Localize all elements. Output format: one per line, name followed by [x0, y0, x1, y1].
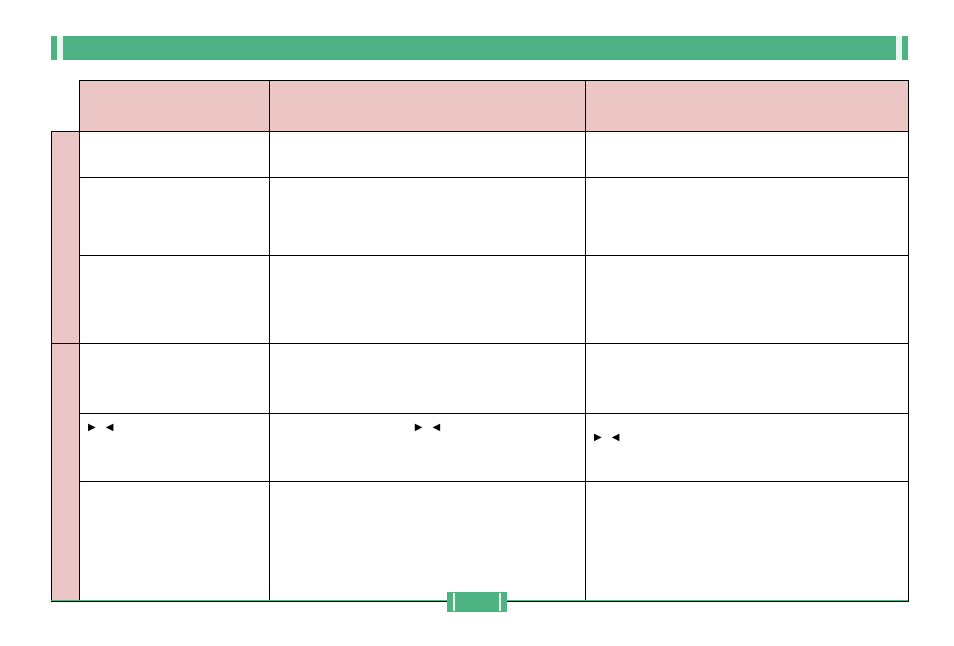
table-row	[52, 482, 909, 602]
table-row	[52, 344, 909, 414]
cell	[80, 482, 270, 602]
cell	[270, 344, 586, 414]
cell	[80, 344, 270, 414]
cell: ▶ ◀	[80, 414, 270, 482]
arrow-right-icon: ▶	[594, 431, 602, 444]
comparison-table: ▶ ◀ ▶ ◀ ▶ ◀	[51, 80, 909, 602]
cell	[270, 482, 586, 602]
table-row	[52, 178, 909, 256]
cell	[270, 256, 586, 344]
table-row	[52, 132, 909, 178]
row-group-2	[52, 344, 80, 602]
page: ▶ ◀ ▶ ◀ ▶ ◀	[0, 0, 954, 646]
arrow-right-icon: ▶	[88, 421, 96, 434]
arrow-left-icon: ◀	[106, 421, 114, 434]
cell	[270, 178, 586, 256]
col-header-1	[80, 81, 270, 132]
table-row	[52, 256, 909, 344]
cell	[270, 132, 586, 178]
cell	[586, 344, 909, 414]
col-header-3	[586, 81, 909, 132]
cell: ▶ ◀	[270, 414, 586, 482]
page-number-badge	[447, 592, 507, 612]
cell	[586, 256, 909, 344]
arrow-left-icon: ◀	[433, 421, 441, 434]
cell	[586, 178, 909, 256]
comparison-table-container: ▶ ◀ ▶ ◀ ▶ ◀	[51, 80, 908, 602]
cell	[80, 256, 270, 344]
cell	[80, 132, 270, 178]
row-group-1	[52, 132, 80, 344]
cell: ▶ ◀	[586, 414, 909, 482]
header-stub	[52, 81, 80, 132]
cell	[586, 482, 909, 602]
title-bar	[51, 36, 908, 60]
table-row: ▶ ◀ ▶ ◀ ▶ ◀	[52, 414, 909, 482]
cell	[80, 178, 270, 256]
col-header-2	[270, 81, 586, 132]
cell	[586, 132, 909, 178]
arrow-left-icon: ◀	[612, 431, 620, 444]
header-row	[52, 81, 909, 132]
arrow-right-icon: ▶	[415, 421, 423, 434]
